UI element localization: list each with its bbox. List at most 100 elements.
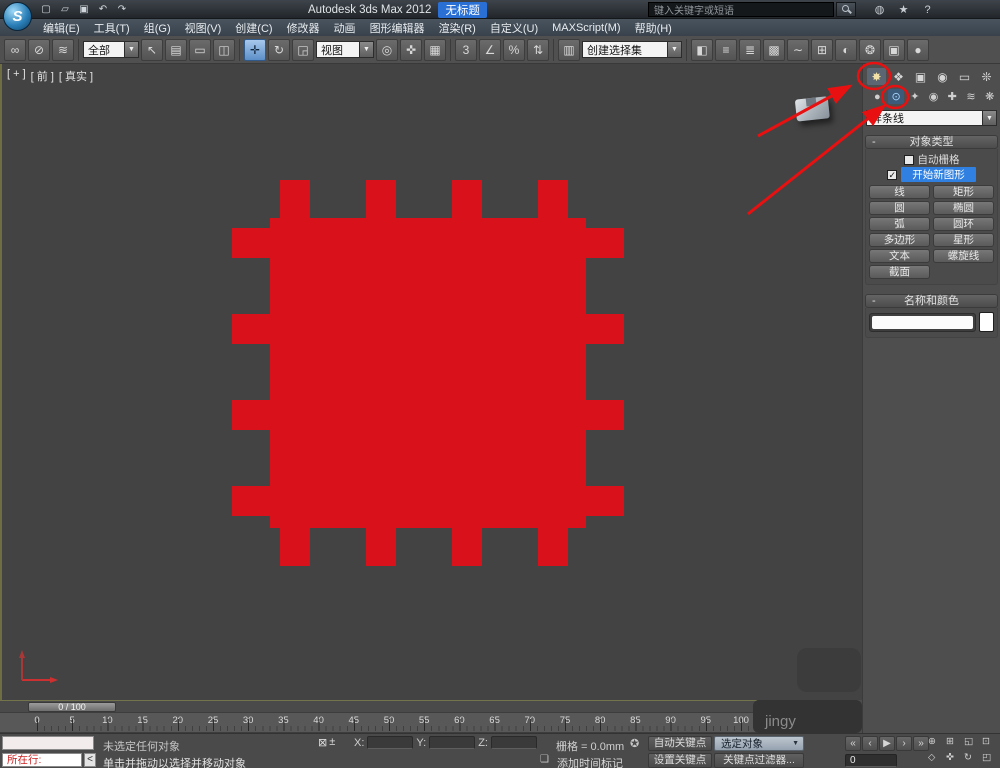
bind-to-space-warp-icon[interactable]: ≋: [52, 38, 74, 61]
shape-button-9[interactable]: 螺旋线: [933, 249, 994, 263]
key-filters-button[interactable]: 关键点过滤器...: [714, 753, 804, 768]
x-coordinate-field[interactable]: [367, 736, 414, 749]
spline-shape[interactable]: [232, 180, 624, 566]
use-center-icon[interactable]: ◎: [376, 38, 398, 61]
menu-item-2[interactable]: 组(G): [137, 20, 178, 36]
create-tab-icon[interactable]: ✸: [867, 68, 886, 85]
search-button[interactable]: [836, 2, 856, 17]
search-input[interactable]: 键入关键字或短语: [648, 2, 834, 17]
lights-category-icon[interactable]: ✦: [906, 89, 923, 104]
menu-item-6[interactable]: 动画: [327, 20, 363, 36]
selection-filter-dropdown[interactable]: 全部 ▼: [83, 41, 139, 58]
shape-button-8[interactable]: 文本: [869, 249, 930, 263]
viewport-label-0[interactable]: [ + ]: [7, 68, 26, 84]
current-frame-field[interactable]: 0: [845, 754, 897, 767]
menu-item-7[interactable]: 图形编辑器: [363, 20, 432, 36]
selection-lock-icon[interactable]: ⊠: [318, 736, 327, 749]
communication-center-icon[interactable]: ◍: [872, 2, 887, 17]
pan-icon[interactable]: ✜: [946, 752, 962, 767]
y-coordinate-field[interactable]: [429, 736, 476, 749]
viewport-label-1[interactable]: [ 前 ]: [31, 68, 54, 84]
3ds-max-logo-button[interactable]: S: [3, 2, 32, 31]
select-and-link-icon[interactable]: ∞: [4, 38, 26, 61]
select-by-name-icon[interactable]: ▤: [165, 38, 187, 61]
maximize-viewport-icon[interactable]: ◰: [982, 752, 998, 767]
render-setup-icon[interactable]: ❂: [859, 38, 881, 61]
rendered-frame-icon[interactable]: ▣: [883, 38, 905, 61]
shape-button-7[interactable]: 星形: [933, 233, 994, 247]
favorites-icon[interactable]: ★: [896, 2, 911, 17]
name-and-color-rollout-header[interactable]: - 名称和颜色: [865, 294, 998, 308]
schematic-view-icon[interactable]: ⊞: [811, 38, 833, 61]
snaps-toggle-icon[interactable]: 3: [455, 38, 477, 61]
align-icon[interactable]: ≡: [715, 38, 737, 61]
new-scene-button[interactable]: ▢: [38, 2, 54, 17]
utilities-tab-icon[interactable]: ❊: [977, 68, 996, 85]
shape-button-6[interactable]: 多边形: [869, 233, 930, 247]
reference-coordinate-dropdown[interactable]: 视图 ▼: [316, 41, 374, 58]
menu-item-10[interactable]: MAXScript(M): [545, 22, 627, 34]
time-slider-track[interactable]: 0 / 100: [0, 700, 757, 713]
maxscript-mini-listener-line1[interactable]: [2, 736, 94, 750]
shape-category-dropdown[interactable]: 样条线 ▼: [866, 110, 997, 126]
menu-item-4[interactable]: 创建(C): [228, 20, 279, 36]
shape-button-5[interactable]: 圆环: [933, 217, 994, 231]
graphite-ribbon-icon[interactable]: ▩: [763, 38, 785, 61]
maxscript-mini-listener-line2[interactable]: 所在行:: [2, 753, 82, 767]
select-object-icon[interactable]: ↖: [141, 38, 163, 61]
shape-button-3[interactable]: 椭圆: [933, 201, 994, 215]
track-bar-ruler[interactable]: 0 5 10 15 20 25 30 35 40 45 50 55 60 65 70 75 80 85 90 95 10…: [0, 713, 757, 733]
shape-button-2[interactable]: 圆: [869, 201, 930, 215]
select-and-move-icon[interactable]: ✛: [244, 38, 266, 61]
display-tab-icon[interactable]: ▭: [955, 68, 974, 85]
menu-item-0[interactable]: 编辑(E): [36, 20, 87, 36]
start-new-shape-checkbox[interactable]: ✓: [887, 169, 898, 180]
percent-snap-icon[interactable]: %: [503, 38, 525, 61]
front-viewport[interactable]: [ + ] [ 前 ] [ 真实 ]: [0, 64, 862, 700]
object-type-rollout-header[interactable]: - 对象类型: [865, 135, 998, 149]
menu-item-9[interactable]: 自定义(U): [483, 20, 545, 36]
layer-manager-icon[interactable]: ≣: [739, 38, 761, 61]
selection-region-icon[interactable]: ▭: [189, 38, 211, 61]
shapes-category-icon[interactable]: ⊙: [887, 89, 905, 104]
go-to-end-button[interactable]: »: [913, 736, 929, 751]
shape-button-0[interactable]: 线: [869, 185, 930, 199]
menu-item-11[interactable]: 帮助(H): [628, 20, 679, 36]
zoom-icon[interactable]: ⊕: [928, 736, 944, 751]
absolute-mode-icon[interactable]: ±: [329, 736, 335, 749]
render-production-icon[interactable]: ●: [907, 38, 929, 61]
open-file-button[interactable]: ▱: [57, 2, 73, 17]
systems-category-icon[interactable]: ❋: [981, 89, 998, 104]
play-button[interactable]: ▶: [879, 736, 895, 751]
material-editor-icon[interactable]: ◐: [835, 38, 857, 61]
mirror-icon[interactable]: ◧: [691, 38, 713, 61]
modify-tab-icon[interactable]: ❖: [889, 68, 908, 85]
previous-frame-button[interactable]: ‹: [862, 736, 878, 751]
named-selection-sets-dropdown[interactable]: 创建选择集 ▼: [582, 41, 682, 58]
shape-button-10[interactable]: 截面: [869, 265, 930, 279]
go-to-start-button[interactable]: «: [845, 736, 861, 751]
viewport-label-2[interactable]: [ 真实 ]: [59, 68, 93, 84]
helpers-category-icon[interactable]: ✚: [944, 89, 961, 104]
redo-button[interactable]: ↷: [114, 2, 130, 17]
fov-icon[interactable]: ◇: [928, 752, 944, 767]
auto-key-button[interactable]: 自动关键点: [648, 736, 712, 751]
space-warps-category-icon[interactable]: ≋: [963, 89, 980, 104]
zoom-extents-icon[interactable]: ◱: [964, 736, 980, 751]
zoom-all-icon[interactable]: ⊞: [946, 736, 962, 751]
mini-listener-expand-button[interactable]: <: [84, 753, 96, 767]
cameras-category-icon[interactable]: ◉: [925, 89, 942, 104]
orbit-icon[interactable]: ↻: [964, 752, 980, 767]
hierarchy-tab-icon[interactable]: ▣: [911, 68, 930, 85]
menu-item-1[interactable]: 工具(T): [87, 20, 137, 36]
add-time-tag-button[interactable]: 添加时间标记: [557, 755, 623, 768]
select-and-manipulate-icon[interactable]: ✜: [400, 38, 422, 61]
select-and-rotate-icon[interactable]: ↻: [268, 38, 290, 61]
time-slider-handle[interactable]: 0 / 100: [28, 702, 116, 712]
curve-editor-icon[interactable]: ∼: [787, 38, 809, 61]
shape-button-1[interactable]: 矩形: [933, 185, 994, 199]
keyboard-override-icon[interactable]: ▦: [424, 38, 446, 61]
geometry-category-icon[interactable]: ●: [869, 89, 886, 104]
menu-item-5[interactable]: 修改器: [280, 20, 327, 36]
select-and-scale-icon[interactable]: ◲: [292, 38, 314, 61]
